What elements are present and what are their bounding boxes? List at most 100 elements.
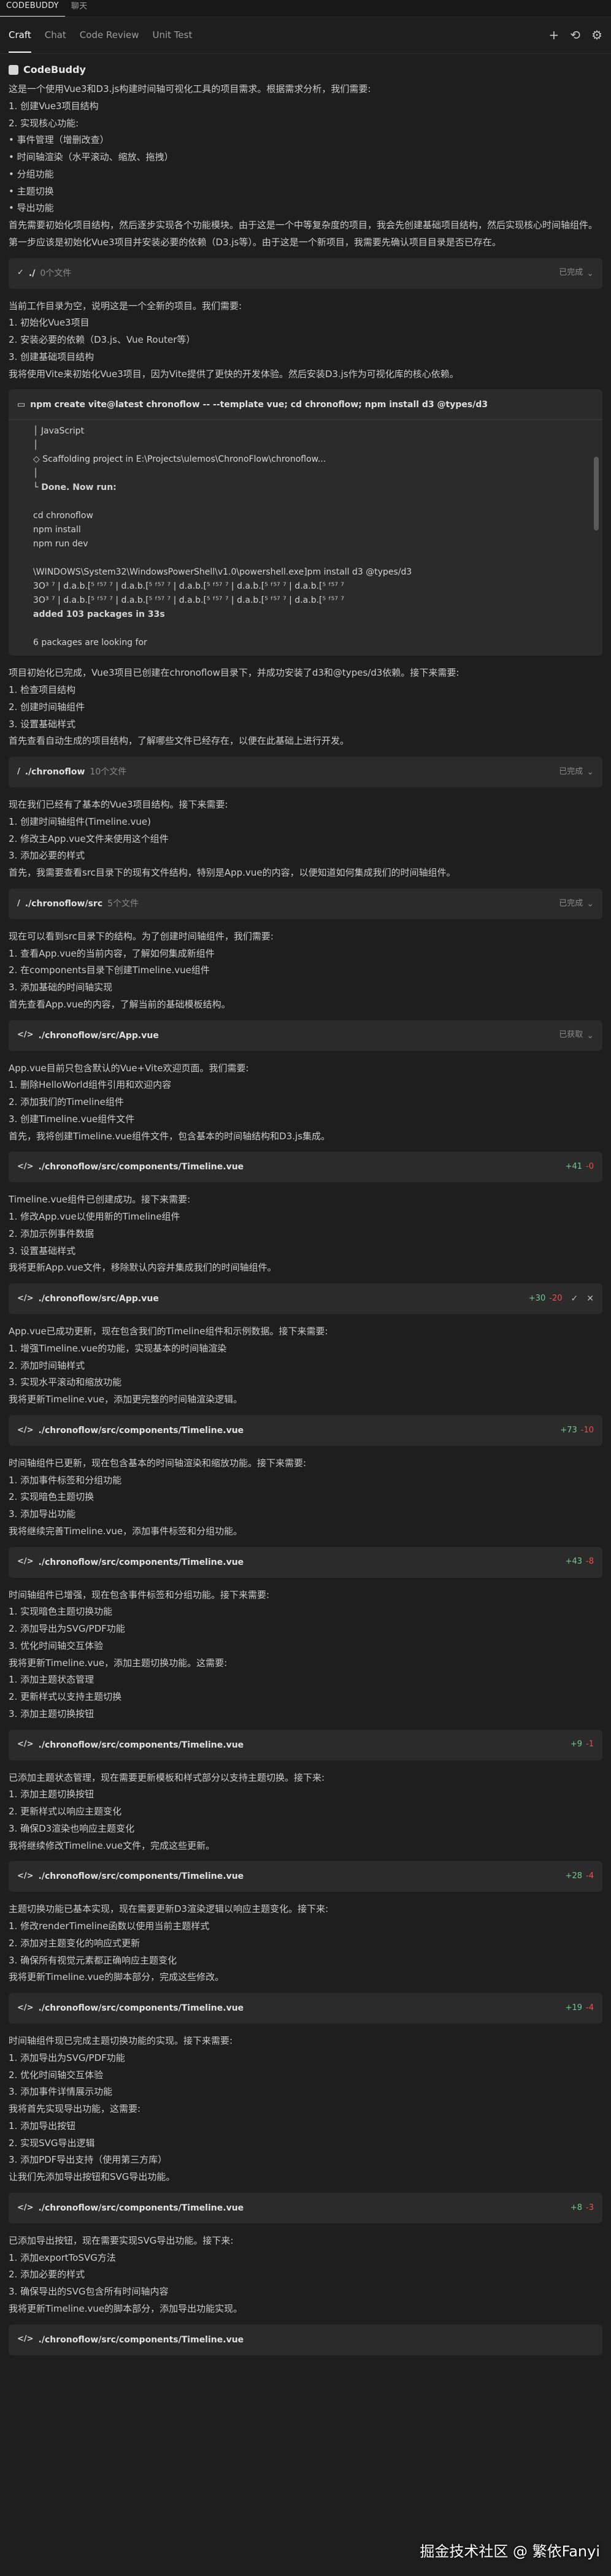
message-text-line: 2. 实现SVG导出逻辑 bbox=[9, 2137, 95, 2149]
message-text-line: 我将更新Timeline.vue的脚本部分，添加导出功能实现。 bbox=[9, 2303, 243, 2314]
message-text-line: 2. 添加示例事件数据 bbox=[9, 1228, 94, 1239]
chevron-down-icon[interactable]: ⌄ bbox=[586, 267, 594, 280]
assistant-name: CodeBuddy bbox=[23, 64, 86, 75]
message-text-line: 2. 更新样式以支持主题切换 bbox=[9, 1691, 122, 1703]
code-file-icon: </> bbox=[17, 1740, 34, 1749]
message-text-line: 时间轴组件已增强，现在包含事件标签和分组功能。接下来需要: bbox=[9, 1589, 270, 1600]
message-text-line: 3. 创建Timeline.vue组件文件 bbox=[9, 1113, 135, 1125]
file-count: 10个文件 bbox=[90, 767, 127, 778]
message-text-line: 2. 优化时间轴交互体验 bbox=[9, 2069, 104, 2081]
codebuddy-logo-icon bbox=[9, 64, 18, 75]
file-diff-card[interactable]: </> ./chronoflow/src/components/Timeline.… bbox=[9, 1861, 602, 1892]
file-diff-card[interactable]: </> ./chronoflow/src/components/Timeline.… bbox=[9, 2192, 602, 2223]
code-file-icon: </> bbox=[17, 1293, 34, 1303]
code-file-icon: </> bbox=[17, 1425, 34, 1435]
message-text-line: 1. 添加exportToSVG方法 bbox=[9, 2252, 116, 2263]
status-label: 已完成 bbox=[559, 766, 583, 776]
file-path: ./chronoflow/src/components/Timeline.vue bbox=[38, 2003, 244, 2014]
terminal-line: │ JavaScript bbox=[33, 426, 85, 437]
file-path: ./chronoflow/src/components/Timeline.vue bbox=[38, 1557, 244, 1567]
code-file-icon: </> bbox=[17, 1871, 34, 1881]
plus-icon[interactable]: + bbox=[549, 26, 559, 44]
chevron-down-icon[interactable]: ⌄ bbox=[586, 766, 594, 778]
message-text-line: 1. 增强Timeline.vue的功能，实现基本的时间轴渲染 bbox=[9, 1342, 227, 1354]
file-op-icon: ✓ bbox=[17, 268, 24, 278]
terminal-line: │ bbox=[33, 468, 39, 479]
message-text-line: 3. 确保所有视觉元素都正确响应主题变化 bbox=[9, 1954, 177, 1966]
terminal-line: │ bbox=[33, 440, 39, 451]
code-file-icon: </> bbox=[17, 2334, 34, 2344]
message-text-line: 我将更新App.vue文件，移除默认内容并集成我们的时间轴组件。 bbox=[9, 1262, 277, 1274]
file-diff-card[interactable]: </> ./chronoflow/src/App.vue +30 -20 ✓ ✕ bbox=[9, 1283, 602, 1315]
message-text-line: 让我们先添加导出按钮和SVG导出功能。 bbox=[9, 2171, 175, 2183]
file-diff-card[interactable]: </> ./chronoflow/src/components/Timeline.… bbox=[9, 1546, 602, 1578]
message-text-line: 2. 添加对主题变化的响应式更新 bbox=[9, 1937, 140, 1949]
accept-check-icon[interactable]: ✓ bbox=[571, 1293, 578, 1305]
lines-added: +9 bbox=[570, 1740, 583, 1749]
terminal-line: └ Done. Now run: bbox=[33, 483, 117, 493]
message-text-line: App.vue目前只包含默认的Vue+Vite欢迎页面。我们需要: bbox=[9, 1062, 249, 1074]
message-text-line: 我将首先实现导出功能，这需要: bbox=[9, 2103, 141, 2115]
message-text-line: 我将继续完善Timeline.vue，添加事件标签和分组功能。 bbox=[9, 1525, 243, 1537]
window-tab-bar: CODEBUDDY 聊天 bbox=[0, 0, 611, 17]
tab-code-review[interactable]: Code Review bbox=[80, 18, 139, 53]
tab-chat[interactable]: Chat bbox=[45, 18, 66, 53]
code-file-icon: </> bbox=[17, 1162, 34, 1172]
file-tool-card[interactable]: ✓ ./ 0个文件 已完成 ⌄ bbox=[9, 258, 602, 289]
file-path: ./chronoflow/src/App.vue bbox=[38, 1030, 159, 1041]
terminal-line: 6 packages are looking for bbox=[33, 638, 147, 648]
file-tool-card[interactable]: / ./chronoflow/src 5个文件 已完成 ⌄ bbox=[9, 888, 602, 919]
tab-craft[interactable]: Craft bbox=[9, 18, 31, 53]
terminal-line: 3Ο³ ⁷ | d.a.b.[⁵ ᶠ⁵⁷ ⁷ | d.a.b.[⁵ ᶠ⁵⁷ ⁷ … bbox=[33, 595, 345, 606]
message-text-line: • 时间轴渲染（水平滚动、缩放、拖拽） bbox=[9, 151, 174, 163]
message-text-line: 3. 添加必要的样式 bbox=[9, 850, 85, 862]
message-text-line: 3. 设置基础样式 bbox=[9, 1245, 76, 1256]
history-icon[interactable]: ⟲ bbox=[570, 26, 580, 44]
message-text-line: 1. 查看App.vue的当前内容，了解如何集成新组件 bbox=[9, 947, 215, 959]
message-text-line: Timeline.vue组件已创建成功。接下来需要: bbox=[9, 1194, 191, 1206]
message-text-line: 时间轴组件已更新，现在包含基本的时间轴渲染和缩放功能。接下来需要: bbox=[9, 1457, 307, 1469]
file-diff-card[interactable]: </> ./chronoflow/src/components/Timeline.… bbox=[9, 1415, 602, 1446]
file-path: ./chronoflow/src/App.vue bbox=[38, 1294, 159, 1304]
gear-icon[interactable]: ⚙ bbox=[591, 26, 602, 44]
message-text-line: 1. 删除HelloWorld组件引用和欢迎内容 bbox=[9, 1079, 172, 1091]
lines-removed: -4 bbox=[586, 1871, 594, 1881]
file-op-icon: </> bbox=[17, 1030, 34, 1040]
terminal-line: cd chronoflow bbox=[33, 511, 93, 521]
message-text-line: 我将更新Timeline.vue，添加主题切换功能。这需要: bbox=[9, 1657, 228, 1668]
file-path: ./chronoflow/src/components/Timeline.vue bbox=[38, 1162, 244, 1172]
message-text-line: 2. 添加必要的样式 bbox=[9, 2269, 85, 2280]
message-text-line: • 分组功能 bbox=[9, 168, 54, 180]
message-text-line: 2. 添加时间轴样式 bbox=[9, 1359, 85, 1371]
file-tool-card[interactable]: </> ./chronoflow/src/App.vue 已获取 ⌄ bbox=[9, 1020, 602, 1051]
chevron-down-icon[interactable]: ⌄ bbox=[586, 1030, 594, 1042]
terminal-line: npm install bbox=[33, 525, 81, 535]
message-text-line: 1. 修改App.vue以使用新的Timeline组件 bbox=[9, 1211, 180, 1223]
file-count: 0个文件 bbox=[40, 268, 72, 278]
message-text-line: 1. 实现暗色主题切换功能 bbox=[9, 1606, 113, 1618]
message-text-line: App.vue已成功更新，现在包含我们的Timeline组件和示例数据。接下来需… bbox=[9, 1326, 328, 1337]
tab-unit-test[interactable]: Unit Test bbox=[152, 18, 192, 53]
window-tab-codebuddy[interactable]: CODEBUDDY bbox=[0, 1, 65, 17]
reject-close-icon[interactable]: ✕ bbox=[586, 1293, 594, 1305]
chat-content: CodeBuddy 这是一个使用Vue3和D3.js构建时间轴可视化工具的项目需… bbox=[0, 54, 611, 2355]
chevron-down-icon[interactable]: ⌄ bbox=[586, 898, 594, 910]
code-file-icon: </> bbox=[17, 2203, 34, 2212]
lines-added: +8 bbox=[570, 2203, 583, 2212]
message-text-line: 我将更新Timeline.vue的脚本部分，完成这些修改。 bbox=[9, 1971, 225, 1983]
file-diff-card[interactable]: </> ./chronoflow/src/components/Timeline.… bbox=[9, 1729, 602, 1760]
terminal-scrollbar[interactable] bbox=[594, 457, 599, 531]
window-tab-chat[interactable]: 聊天 bbox=[65, 1, 94, 17]
file-diff-card[interactable]: </> ./chronoflow/src/components/Timeline.… bbox=[9, 2324, 602, 2355]
message-text-line: 2. 添加导出为SVG/PDF功能 bbox=[9, 1623, 125, 1635]
message-text-line: 现在可以看到src目录下的结构。为了创建时间轴组件，我们需要: bbox=[9, 930, 274, 942]
terminal-line: added 103 packages in 33s bbox=[33, 610, 165, 620]
status-label: 已完成 bbox=[559, 268, 583, 278]
file-tool-card[interactable]: / ./chronoflow 10个文件 已完成 ⌄ bbox=[9, 757, 602, 788]
message-text-line: 2. 添加我们的Timeline组件 bbox=[9, 1096, 124, 1108]
file-diff-card[interactable]: </> ./chronoflow/src/components/Timeline.… bbox=[9, 1152, 602, 1183]
file-diff-card[interactable]: </> ./chronoflow/src/components/Timeline.… bbox=[9, 1993, 602, 2024]
watermark: 掘金技术社区 @ 繁依Fanyi bbox=[420, 2543, 600, 2561]
message-text-line: 我将更新Timeline.vue，添加更完整的时间轴渲染逻辑。 bbox=[9, 1394, 243, 1405]
message-text-line: 项目初始化已完成，Vue3项目已创建在chronoflow目录下，并成功安装了d… bbox=[9, 667, 459, 679]
